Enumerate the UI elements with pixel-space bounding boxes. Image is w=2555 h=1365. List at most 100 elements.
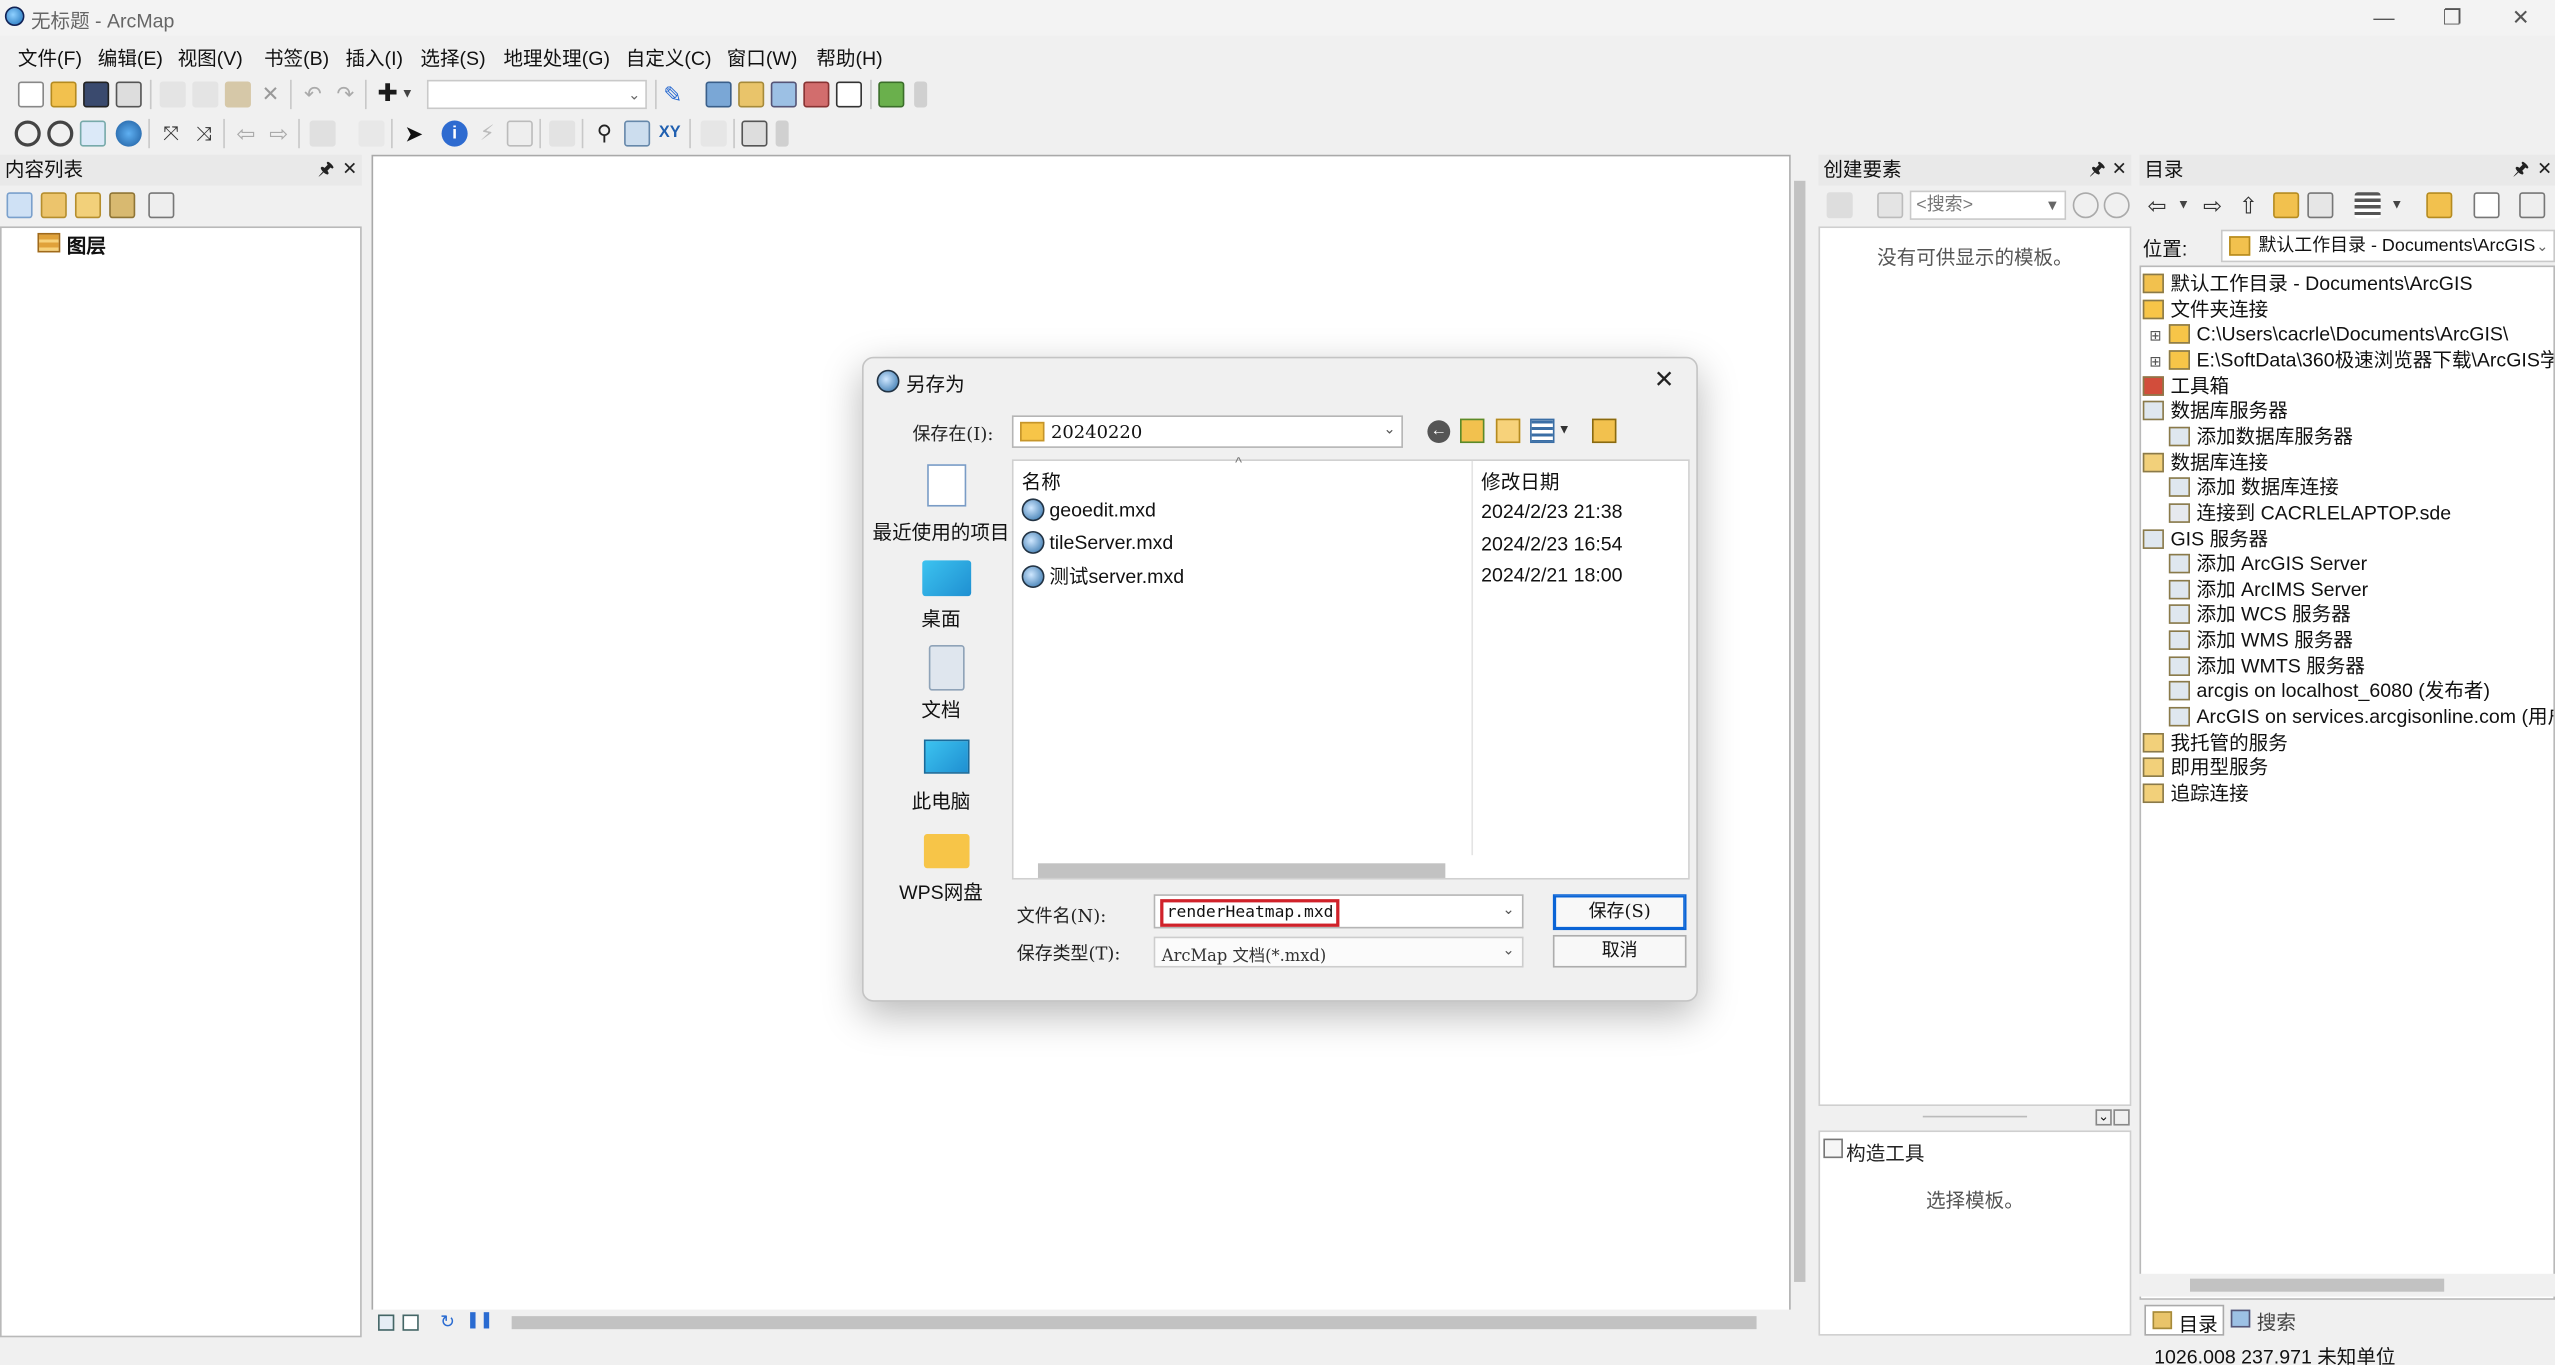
catalog-item[interactable]: 添加 WMS 服务器 xyxy=(2168,629,2353,653)
pan-icon[interactable] xyxy=(79,120,106,147)
forward-icon[interactable]: ⇨ xyxy=(2203,192,2229,218)
time-slider-icon[interactable] xyxy=(700,120,727,147)
catalog-item[interactable]: GIS 服务器 xyxy=(2142,527,2268,551)
catalog-item[interactable]: 添加数据库服务器 xyxy=(2168,425,2353,449)
go-to-xy-icon[interactable]: XY xyxy=(657,121,683,147)
close-window-button[interactable]: ✕ xyxy=(2483,0,2555,36)
toc-close-icon[interactable]: ✕ xyxy=(342,155,357,186)
expand-node-icon[interactable]: ⊞ xyxy=(2149,325,2161,349)
catalog-item[interactable]: ArcGIS on services.arcgisonline.com (用户) xyxy=(2168,705,2553,729)
editor-toolbar-icon[interactable]: ✎ xyxy=(663,81,689,107)
list-by-visibility-icon[interactable] xyxy=(74,192,102,219)
copy-icon[interactable] xyxy=(192,81,219,108)
menu-geoprocessing[interactable]: 地理处理(G) xyxy=(504,44,610,72)
map-vertical-scrollbar[interactable] xyxy=(1790,154,1809,1315)
restore-button[interactable]: ❐ xyxy=(2415,0,2490,36)
data-view-icon[interactable] xyxy=(378,1314,395,1331)
search-window-icon[interactable] xyxy=(770,81,797,108)
list-by-drawing-order-icon[interactable] xyxy=(6,192,33,219)
back-icon[interactable]: ⇦ xyxy=(2148,192,2174,218)
home-icon[interactable] xyxy=(1591,418,1617,444)
template-search-combo[interactable]: <搜索> ▼ xyxy=(1909,190,2067,220)
file-row[interactable]: tileServer.mxd 2024/2/23 16:54 xyxy=(1021,530,1682,559)
table-of-contents-icon[interactable] xyxy=(705,81,732,108)
html-popup-icon[interactable] xyxy=(506,120,533,147)
tab-catalog[interactable]: 目录 xyxy=(2144,1304,2225,1336)
place-documents[interactable]: 文档 xyxy=(872,645,1011,726)
filename-value[interactable]: renderHeatmap.mxd xyxy=(1160,899,1341,927)
home-folder-icon[interactable] xyxy=(2273,192,2300,219)
layers-label[interactable]: 图层 xyxy=(67,231,106,259)
place-this-pc[interactable]: 此电脑 xyxy=(872,736,1011,817)
list-by-source-icon[interactable] xyxy=(40,192,67,219)
place-wps[interactable]: WPS网盘 xyxy=(872,831,1011,912)
new-document-icon[interactable] xyxy=(17,81,44,108)
catalog-item[interactable]: 数据库服务器 xyxy=(2142,399,2288,423)
map-scale-combo[interactable]: ⌄ xyxy=(426,79,647,110)
toc-options-icon[interactable] xyxy=(148,192,175,219)
template-properties-icon[interactable] xyxy=(1877,192,1904,219)
cancel-button[interactable]: 取消 xyxy=(1552,934,1687,968)
measure-icon[interactable] xyxy=(549,120,576,147)
organize-templates-icon[interactable] xyxy=(1826,192,1853,219)
save-in-combo[interactable]: 20240220 ⌄ xyxy=(1011,415,1403,448)
menu-view[interactable]: 视图(V) xyxy=(178,44,243,72)
up-one-level-icon[interactable]: ⇧ xyxy=(2239,192,2265,218)
dialog-close-button[interactable]: ✕ xyxy=(1654,365,1674,394)
file-row[interactable]: geoedit.mxd 2024/2/23 21:38 xyxy=(1021,498,1682,527)
menu-selection[interactable]: 选择(S) xyxy=(420,44,485,72)
layout-view-icon[interactable] xyxy=(402,1314,419,1331)
menu-customize[interactable]: 自定义(C) xyxy=(626,44,712,72)
save-icon[interactable] xyxy=(83,81,110,108)
menu-edit[interactable]: 编辑(E) xyxy=(98,44,163,72)
catalog-pin-icon[interactable]: 🖈 xyxy=(2513,155,2530,186)
full-extent-icon[interactable] xyxy=(115,120,142,147)
filetype-select[interactable]: ArcMap 文档(*.mxd) ⌄ xyxy=(1153,936,1524,968)
collapse-icon[interactable] xyxy=(2113,1109,2130,1126)
expand-node-icon[interactable]: ⊞ xyxy=(2149,350,2161,374)
search-templates-icon[interactable] xyxy=(2072,192,2099,219)
menu-help[interactable]: 帮助(H) xyxy=(816,44,882,72)
list-by-selection-icon[interactable] xyxy=(109,192,136,219)
zoom-out-icon[interactable] xyxy=(47,120,74,147)
add-data-icon[interactable]: ✚ xyxy=(375,81,401,107)
menu-bookmarks[interactable]: 书签(B) xyxy=(264,44,329,72)
back-extent-icon[interactable]: ⇦ xyxy=(233,121,259,147)
expand-icon[interactable]: ⌄ xyxy=(2095,1109,2112,1126)
pause-drawing-icon[interactable]: ❚❚ xyxy=(466,1311,493,1329)
undo-icon[interactable]: ↶ xyxy=(300,81,326,107)
python-window-icon[interactable] xyxy=(835,81,862,108)
map-hscroll-thumb[interactable] xyxy=(511,1316,1757,1330)
arctoolbox-icon[interactable] xyxy=(803,81,830,108)
catalog-close-icon[interactable]: ✕ xyxy=(2537,155,2552,186)
menu-windows[interactable]: 窗口(W) xyxy=(727,44,798,72)
column-name[interactable]: 名称 xyxy=(1022,467,1061,495)
tools-options-icon[interactable] xyxy=(775,120,789,147)
catalog-item[interactable]: ⊞ E:\SoftData\360极速浏览器下载\ArcGIS学习 xyxy=(2149,348,2553,372)
cut-icon[interactable] xyxy=(159,81,186,108)
catalog-item[interactable]: 添加 ArcIMS Server xyxy=(2168,578,2368,602)
tab-search[interactable]: 搜索 xyxy=(2224,1305,2305,1336)
connect-folder-icon[interactable] xyxy=(2307,192,2334,219)
clear-selection-icon[interactable] xyxy=(358,120,385,147)
go-back-icon[interactable]: ← xyxy=(1427,420,1451,444)
new-folder-icon[interactable] xyxy=(1495,418,1521,444)
identify-icon[interactable]: i xyxy=(441,120,468,147)
paste-icon[interactable] xyxy=(224,81,251,108)
add-data-dropdown-icon[interactable]: ▼ xyxy=(401,81,414,107)
catalog-item[interactable]: 文件夹连接 xyxy=(2142,297,2268,321)
catalog-item[interactable]: 追踪连接 xyxy=(2142,782,2249,806)
find-binoculars-icon[interactable]: ⚲ xyxy=(591,121,617,147)
view-menu-dropdown-icon[interactable]: ▼ xyxy=(1558,422,1571,437)
catalog-item[interactable]: 默认工作目录 - Documents\ArcGIS xyxy=(2142,272,2473,296)
catalog-item[interactable]: arcgis on localhost_6080 (发布者) xyxy=(2168,680,2490,704)
connect-to-folder-icon[interactable] xyxy=(2426,192,2453,219)
menu-file[interactable]: 文件(F) xyxy=(18,44,82,72)
find-route-icon[interactable] xyxy=(624,120,651,147)
filename-input[interactable]: renderHeatmap.mxd ⌄ xyxy=(1153,894,1524,929)
menu-insert[interactable]: 插入(I) xyxy=(345,44,403,72)
toggle-contents-icon[interactable] xyxy=(2473,192,2500,219)
catalog-hscrollbar[interactable] xyxy=(2139,1273,2555,1297)
save-button[interactable]: 保存(S) xyxy=(1552,894,1687,931)
fixed-zoom-in-icon[interactable]: ⤧ xyxy=(158,121,184,147)
